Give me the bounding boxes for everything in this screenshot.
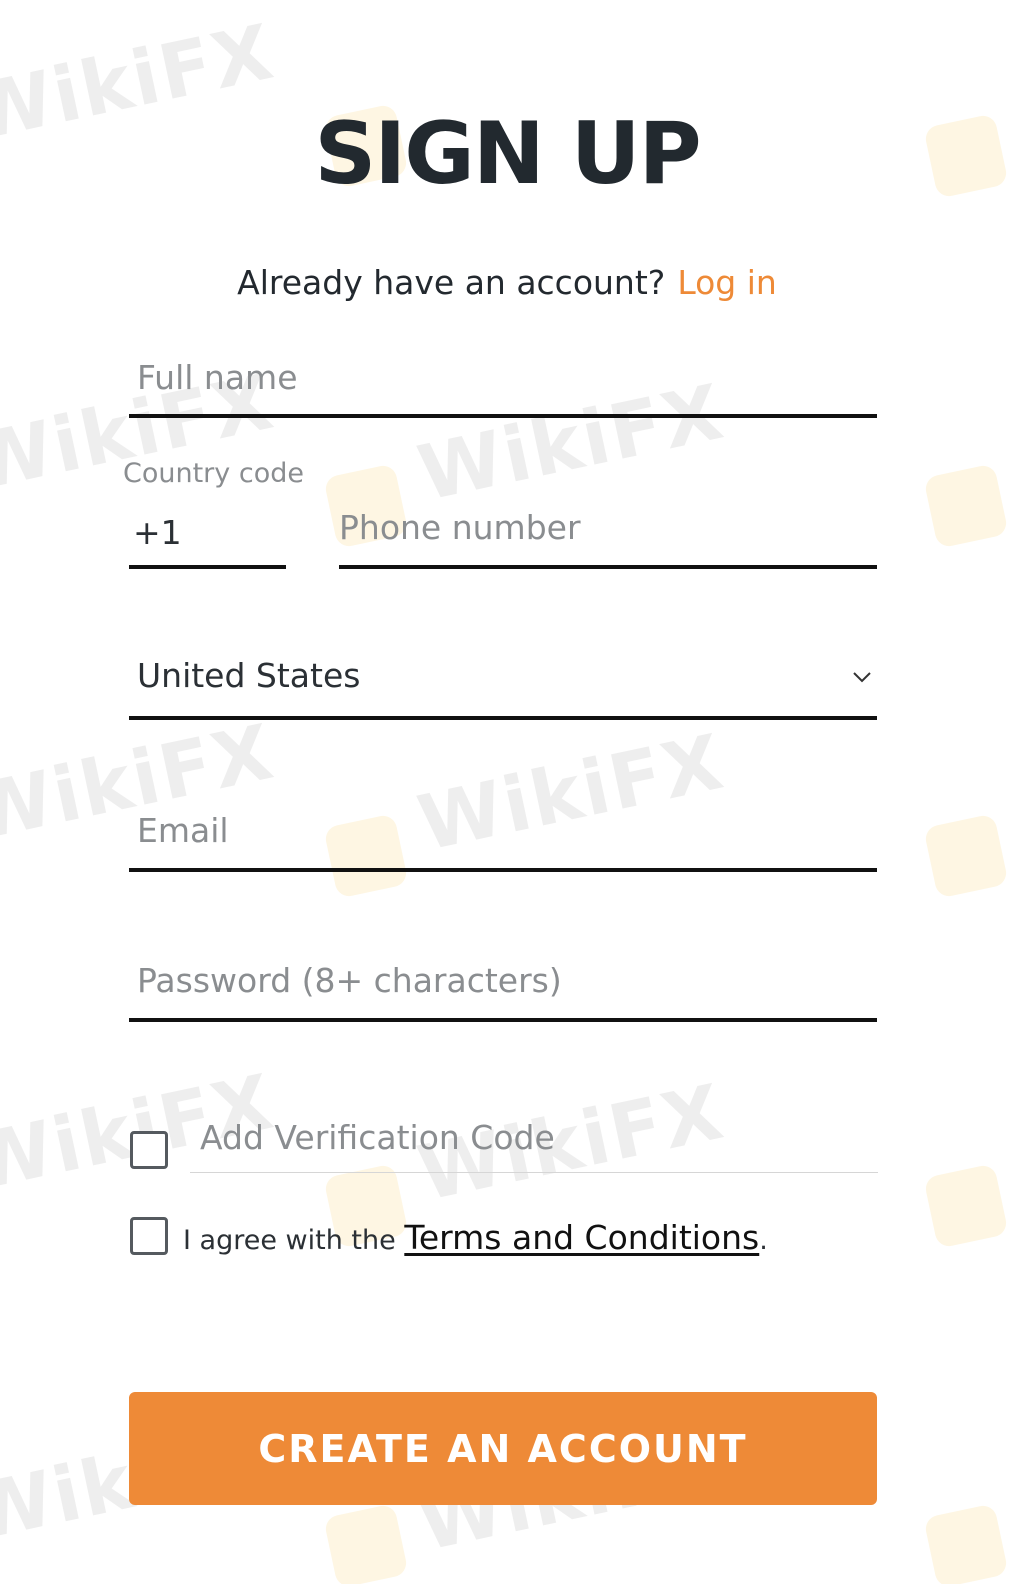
country-select-value: United States xyxy=(137,656,361,695)
watermark-logo xyxy=(923,813,1009,899)
eagle-logo-icon xyxy=(923,1503,1009,1584)
login-prompt: Already have an account? Log in xyxy=(0,258,1014,308)
eagle-logo-icon xyxy=(923,463,1009,549)
login-question: Already have an account? xyxy=(237,263,666,302)
country-code-input[interactable] xyxy=(129,500,286,569)
eagle-logo-icon xyxy=(923,813,1009,899)
country-select[interactable]: United States xyxy=(129,640,877,720)
phone-number-input[interactable] xyxy=(339,490,877,569)
terms-suffix: . xyxy=(759,1225,768,1256)
terms-link[interactable]: Terms and Conditions xyxy=(404,1218,759,1257)
watermark-logo xyxy=(923,1503,1009,1584)
eagle-logo-icon xyxy=(323,1503,409,1584)
watermark-logo xyxy=(323,1503,409,1584)
watermark-logo xyxy=(923,463,1009,549)
terms-prefix: I agree with the xyxy=(183,1225,396,1256)
verification-code-checkbox[interactable] xyxy=(130,1131,168,1169)
signup-page: WikiFX WikiFX WikiFX WikiFX WikiFX WikiF… xyxy=(0,0,1014,1584)
chevron-down-icon xyxy=(853,672,871,683)
full-name-input[interactable] xyxy=(129,340,877,418)
password-input[interactable] xyxy=(129,942,877,1022)
terms-checkbox[interactable] xyxy=(130,1217,168,1255)
country-code-label: Country code xyxy=(123,458,304,489)
eagle-logo-icon xyxy=(923,1163,1009,1249)
watermark-logo xyxy=(923,1163,1009,1249)
email-input[interactable] xyxy=(129,792,877,872)
page-title: SIGN UP xyxy=(314,104,701,204)
login-link[interactable]: Log in xyxy=(677,263,777,302)
verification-divider xyxy=(190,1172,878,1173)
terms-agreement: I agree with the Terms and Conditions. xyxy=(183,1218,768,1257)
create-account-button[interactable]: CREATE AN ACCOUNT xyxy=(129,1392,877,1505)
verification-code-label: Add Verification Code xyxy=(200,1118,555,1157)
